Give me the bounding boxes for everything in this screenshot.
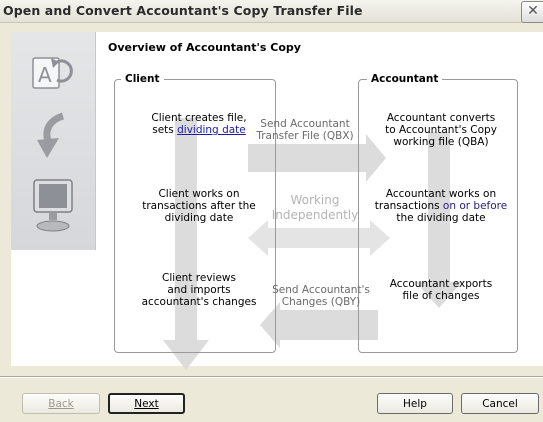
accountant-panel-title: Accountant: [367, 73, 443, 85]
footer-separator: [0, 376, 543, 378]
client-step-review: Client reviews and imports accountant's …: [141, 272, 257, 308]
accountant-step-work: Accountant works on transactions on or b…: [374, 188, 508, 224]
send-qby-label: Send Accountant's Changes (QBY): [272, 284, 370, 308]
title-bar: Open and Convert Accountant's Copy Trans…: [0, 0, 543, 23]
document-a-icon: A: [32, 57, 73, 89]
computer-monitor-icon: [33, 179, 73, 232]
send-qbx-label: Send Accountant Transfer File (QBX): [256, 118, 354, 142]
accountant-step-export: Accountant exports file of changes: [389, 278, 493, 302]
close-button[interactable]: ✕: [521, 1, 543, 23]
help-button[interactable]: Help: [377, 393, 453, 414]
client-panel-title: Client: [121, 73, 164, 85]
svg-text:A: A: [38, 63, 52, 87]
accountant-step-convert: Accountant converts to Accountant's Copy…: [385, 112, 497, 148]
dividing-date-link[interactable]: dividing date: [177, 124, 246, 136]
working-independently-label: Working Independently: [271, 193, 359, 222]
next-button[interactable]: Next: [108, 393, 185, 414]
cancel-button[interactable]: Cancel: [461, 393, 539, 414]
window-title: Open and Convert Accountant's Copy Trans…: [3, 3, 363, 18]
curved-arrow-icon: [37, 112, 65, 158]
page-heading: Overview of Accountant's Copy: [108, 41, 301, 54]
dialog-content: A Overview of Accountant's Copy Client A…: [11, 32, 543, 370]
close-icon[interactable]: ✕: [527, 3, 539, 19]
back-button[interactable]: Back: [22, 393, 100, 414]
wizard-sidebar: A: [11, 32, 96, 250]
